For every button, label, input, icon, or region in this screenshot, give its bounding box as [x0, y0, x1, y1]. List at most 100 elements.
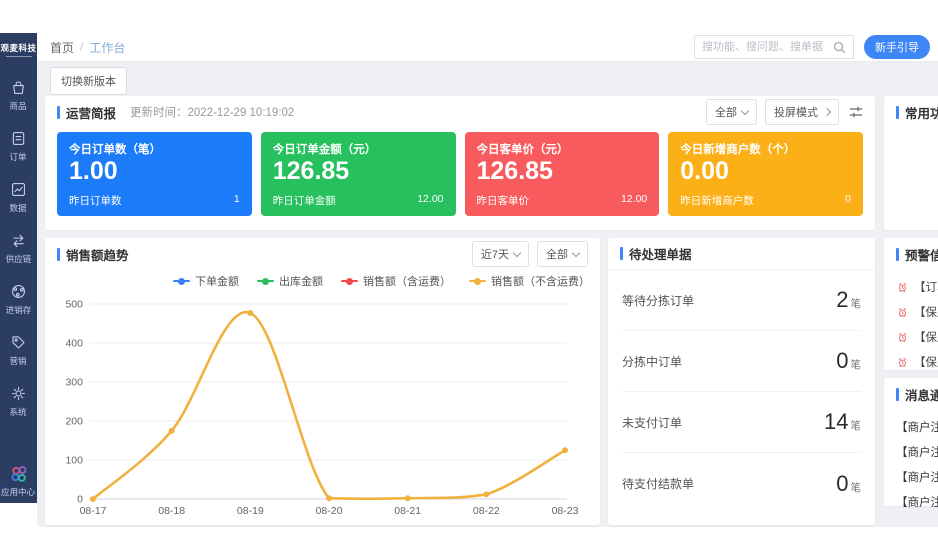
pending-count: 2笔: [836, 287, 861, 313]
stat-subrow: 昨日客单价12.00: [477, 193, 648, 208]
sidebar-item-system[interactable]: 系统: [9, 384, 28, 418]
svg-text:08-21: 08-21: [394, 505, 421, 517]
chart-range-dropdown[interactable]: 近7天: [472, 241, 529, 267]
warning-item[interactable]: 【订单】: [896, 279, 938, 295]
sidebar-item-app-center[interactable]: 应用中心: [0, 465, 37, 498]
pending-row-unpaid-orders[interactable]: 未支付订单 14笔: [622, 392, 861, 453]
legend-marker: [257, 280, 274, 282]
legend-item-outbound-amount[interactable]: 出库金额: [257, 273, 323, 289]
chevron-down-icon: [513, 249, 521, 257]
pending-count: 0笔: [836, 471, 861, 497]
notification-item[interactable]: 【商户注册】: [896, 444, 938, 460]
stat-subrow: 昨日新增商户数0: [680, 193, 851, 208]
pending-header: 待处理单据: [608, 238, 875, 270]
briefing-header: 运营简报 更新时间：2022-12-29 10:19:02 全部 投屏模式: [45, 96, 875, 128]
stat-label: 今日新增商户数（个）: [680, 141, 851, 157]
order-document-icon: [9, 129, 28, 148]
stat-card-today-orders[interactable]: 今日订单数（笔） 1.00 昨日订单数1: [57, 132, 252, 216]
svg-text:100: 100: [65, 455, 83, 467]
stat-label: 今日订单数（笔）: [69, 141, 240, 157]
chevron-down-icon: [572, 249, 580, 257]
svg-text:08-19: 08-19: [237, 505, 264, 517]
legend-item-sales-excl-shipping[interactable]: 销售额（不含运费）: [469, 273, 590, 289]
sidebar-item-label: 进销存: [6, 303, 32, 315]
shopping-bag-icon: [9, 78, 28, 97]
svg-text:08-23: 08-23: [552, 505, 579, 517]
pending-label: 待支付结款单: [622, 475, 694, 492]
stat-value: 0.00: [680, 157, 851, 186]
pending-count: 14笔: [824, 409, 861, 435]
svg-text:300: 300: [65, 377, 83, 389]
title-accent-bar: [896, 106, 899, 119]
stat-card-today-order-amount[interactable]: 今日订单金额（元） 126.85 昨日订单金额12.00: [261, 132, 456, 216]
switch-version-button[interactable]: 切换新版本: [50, 67, 127, 95]
svg-text:08-18: 08-18: [158, 505, 185, 517]
brand-logo[interactable]: 观麦科技: [0, 33, 37, 65]
pending-title: 待处理单据: [629, 244, 692, 263]
svg-text:0: 0: [77, 494, 83, 506]
sidebar-item-label: 数据: [10, 201, 27, 213]
sales-trend-chart: 010020030040050008-1708-1808-1908-2008-2…: [45, 291, 600, 523]
sidebar-item-marketing[interactable]: 营销: [9, 333, 28, 367]
pending-documents-panel: 待处理单据 等待分拣订单 2笔 分拣中订单 0笔 未支付订单 14笔 待支付结款…: [608, 238, 875, 525]
sidebar-item-orders[interactable]: 订单: [9, 129, 28, 163]
common-functions-panel: 常用功能: [884, 96, 938, 230]
warning-item[interactable]: 【保质期: [896, 304, 938, 320]
pending-count: 0笔: [836, 348, 861, 374]
notification-item[interactable]: 【商户注册】: [896, 469, 938, 485]
sidebar-item-supply-chain[interactable]: 供应链: [5, 231, 32, 265]
notification-item[interactable]: 【商户注册】: [896, 419, 938, 435]
breadcrumb: 首页 / 工作台: [50, 39, 125, 56]
warning-item[interactable]: 【保质期: [896, 354, 938, 370]
warning-item[interactable]: 【保质期: [896, 329, 938, 345]
notification-item[interactable]: 【商户注册】: [896, 494, 938, 510]
stat-value: 126.85: [477, 157, 648, 186]
legend-item-sales-incl-shipping[interactable]: 销售额（含运费）: [341, 273, 451, 289]
pending-row-unpaid-settlements[interactable]: 待支付结款单 0笔: [622, 453, 861, 514]
chart-line-icon: [9, 180, 28, 199]
sidebar-item-goods[interactable]: 商品: [9, 78, 28, 112]
title-accent-bar: [57, 248, 60, 261]
sidebar-item-label: 系统: [10, 405, 27, 417]
search-input[interactable]: [702, 41, 833, 53]
brand-name: 观麦科技: [0, 42, 36, 54]
pending-row-sorting[interactable]: 分拣中订单 0笔: [622, 331, 861, 392]
gear-icon: [9, 384, 28, 403]
sidebar-item-inventory[interactable]: 进销存: [5, 282, 32, 316]
chart-filter-dropdown[interactable]: 全部: [537, 241, 588, 267]
title-accent-bar: [57, 106, 60, 119]
briefing-filter-all-dropdown[interactable]: 全部: [706, 99, 757, 125]
beginner-guide-button[interactable]: 新手引导: [864, 35, 930, 59]
breadcrumb-home[interactable]: 首页: [50, 39, 74, 56]
breadcrumb-separator: /: [80, 40, 83, 54]
share-nodes-icon: [9, 282, 28, 301]
search-icon[interactable]: [833, 41, 846, 54]
legend-marker: [341, 280, 358, 282]
stat-label: 今日客单价（元）: [477, 141, 648, 157]
sidebar-item-label: 供应链: [6, 252, 32, 264]
app-center-icon: [10, 465, 28, 483]
global-search[interactable]: [694, 35, 854, 59]
operations-briefing-panel: 运营简报 更新时间：2022-12-29 10:19:02 全部 投屏模式 今日…: [45, 96, 875, 230]
exchange-arrows-icon: [9, 231, 28, 250]
cast-mode-button[interactable]: 投屏模式: [765, 99, 839, 125]
stat-card-today-avg-price[interactable]: 今日客单价（元） 126.85 昨日客单价12.00: [465, 132, 660, 216]
legend-marker: [469, 280, 486, 282]
sidebar-item-label: 应用中心: [1, 485, 35, 497]
sidebar-item-data[interactable]: 数据: [9, 180, 28, 214]
stat-card-today-new-merchants[interactable]: 今日新增商户数（个） 0.00 昨日新增商户数0: [668, 132, 863, 216]
alarm-icon: [896, 281, 909, 294]
chart-title: 销售额趋势: [66, 245, 129, 264]
sidebar-item-label: 商品: [10, 99, 27, 111]
svg-text:08-20: 08-20: [316, 505, 343, 517]
sales-trend-panel: 销售额趋势 近7天 全部 下单金额 出库金额 销售额（含运费） 销售额（不含运费…: [45, 238, 600, 525]
legend-marker: [173, 280, 190, 282]
pending-row-waiting-sort[interactable]: 等待分拣订单 2笔: [622, 270, 861, 331]
title-accent-bar: [896, 248, 899, 261]
alarm-icon: [896, 331, 909, 344]
chevron-down-icon: [741, 107, 749, 115]
title-accent-bar: [620, 247, 623, 260]
alarm-icon: [896, 356, 909, 369]
settings-sliders-icon[interactable]: [849, 105, 863, 119]
legend-item-order-amount[interactable]: 下单金额: [173, 273, 239, 289]
